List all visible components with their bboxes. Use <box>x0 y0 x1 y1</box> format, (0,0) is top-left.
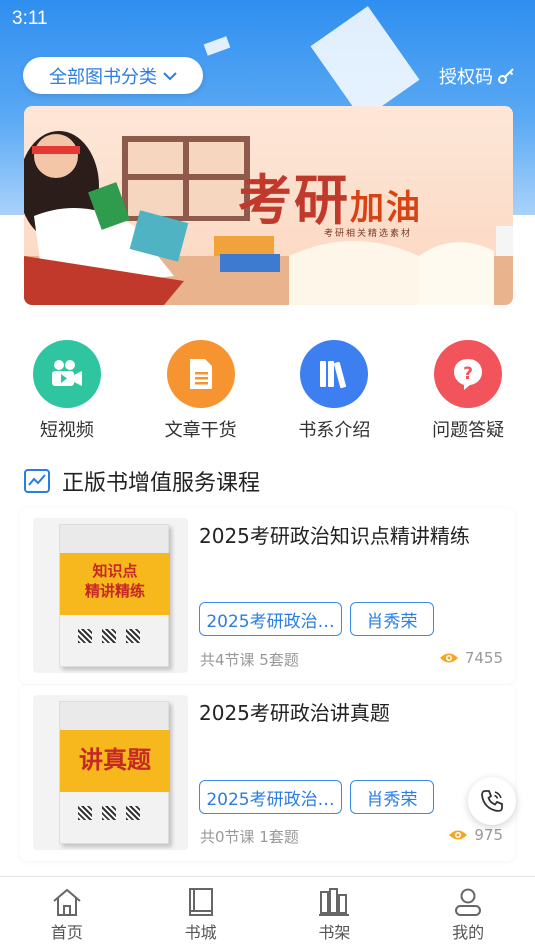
video-camera-icon <box>32 340 101 408</box>
tab-label: 书城 <box>184 923 217 942</box>
document-icon <box>166 340 235 408</box>
svg-text:?: ? <box>463 364 473 384</box>
auth-code-label: 授权码 <box>439 67 493 88</box>
status-bar-time: 3:11 <box>12 8 48 29</box>
quick-nav-video[interactable]: 短视频 <box>0 340 134 442</box>
course-meta: 共4节课 5套题 <box>200 651 299 669</box>
home-icon <box>53 888 81 916</box>
section-title: 正版书增值服务课程 <box>62 471 261 496</box>
course-title: 2025考研政治知识点精讲精练 <box>199 524 470 548</box>
bookshelf-icon <box>319 888 350 916</box>
course-tag-book[interactable]: 2025考研政治… <box>199 780 342 814</box>
quick-nav-label: 问题答疑 <box>432 420 505 441</box>
book-store-icon <box>188 888 213 916</box>
tab-home[interactable]: 首页 <box>0 877 134 951</box>
quick-nav-label: 书系介绍 <box>298 420 371 441</box>
quick-nav-label: 短视频 <box>39 420 94 441</box>
quick-nav-articles[interactable]: 文章干货 <box>134 340 268 442</box>
call-button[interactable] <box>468 777 516 825</box>
course-card[interactable]: 讲真题 2025考研政治讲真题 2025考研政治… 肖秀荣 共0节课 1套题 9… <box>20 685 515 861</box>
key-icon <box>498 68 514 84</box>
quick-nav: 短视频 文章干货 书系介绍 ? 问题答疑 <box>0 340 535 442</box>
quick-nav-label: 文章干货 <box>164 420 237 441</box>
quick-nav-qa[interactable]: ? 问题答疑 <box>401 340 535 442</box>
banner-subtitle: 考研相关精选素材 <box>324 229 413 239</box>
banner-title: 考研加油 <box>238 168 422 232</box>
quick-nav-book-series[interactable]: 书系介绍 <box>268 340 402 442</box>
book-cover-image: 知识点 精讲精练 <box>59 524 170 667</box>
cover-title: 知识点 精讲精练 <box>84 562 145 600</box>
chart-trend-icon <box>24 469 50 493</box>
auth-code-button[interactable]: 授权码 <box>439 63 515 89</box>
tab-bookshelf[interactable]: 书架 <box>268 877 402 951</box>
user-icon <box>455 888 482 916</box>
view-count: 7455 <box>439 649 503 667</box>
books-icon <box>300 340 369 408</box>
promo-banner[interactable]: 考研加油 考研相关精选素材 <box>24 106 513 305</box>
eye-icon <box>449 830 468 840</box>
course-meta: 共0节课 1套题 <box>200 828 299 846</box>
course-tag-author[interactable]: 肖秀荣 <box>350 780 434 814</box>
category-label: 全部图书分类 <box>49 66 157 88</box>
course-tag-author[interactable]: 肖秀荣 <box>350 602 434 636</box>
course-cover: 知识点 精讲精练 <box>33 518 188 673</box>
section-header: 正版书增值服务课程 <box>24 465 260 497</box>
course-tag-book[interactable]: 2025考研政治… <box>199 602 342 636</box>
phone-icon <box>481 790 503 812</box>
view-count: 975 <box>448 826 503 844</box>
course-cover: 讲真题 <box>33 695 188 850</box>
all-categories-button[interactable]: 全部图书分类 <box>23 57 203 94</box>
tab-label: 我的 <box>452 923 485 942</box>
tab-label: 首页 <box>50 923 83 942</box>
tab-label: 书架 <box>318 923 351 942</box>
cover-title: 讲真题 <box>79 745 151 774</box>
book-cover-image: 讲真题 <box>59 701 170 844</box>
question-icon: ? <box>434 340 503 408</box>
course-title: 2025考研政治讲真题 <box>199 701 390 725</box>
tab-profile[interactable]: 我的 <box>401 877 535 951</box>
course-card[interactable]: 知识点 精讲精练 2025考研政治知识点精讲精练 2025考研政治… 肖秀荣 共4… <box>20 508 515 684</box>
bottom-tab-bar: 首页 书城 书架 我的 <box>0 876 535 951</box>
tab-book-store[interactable]: 书城 <box>134 877 268 951</box>
eye-icon <box>439 653 458 663</box>
chevron-down-icon <box>163 71 177 80</box>
